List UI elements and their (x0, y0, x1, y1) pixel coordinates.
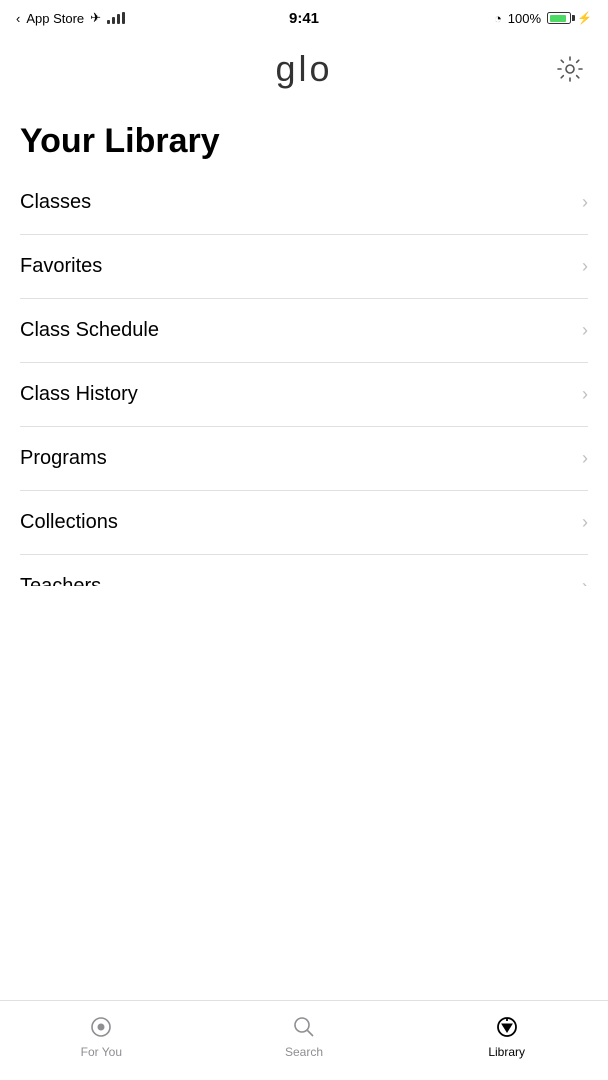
tab-for-you-label: For You (81, 1045, 122, 1059)
list-item-label: Class History (20, 383, 138, 406)
list-item-label: Classes (20, 191, 91, 214)
battery-percent: 100% (508, 11, 541, 26)
list-item[interactable]: Classes › (20, 171, 588, 235)
list-item[interactable]: Teachers › (20, 555, 588, 586)
search-icon (290, 1013, 318, 1041)
tab-library-label: Library (488, 1045, 525, 1059)
gear-icon (556, 55, 584, 83)
status-right: ◔ 100% ⚡ (494, 11, 592, 26)
app-logo: glo (275, 48, 332, 90)
chevron-right-icon: › (582, 384, 588, 405)
list-item[interactable]: Class Schedule › (20, 299, 588, 363)
rotation-lock-icon: ◔ (494, 11, 502, 26)
battery-indicator (547, 12, 571, 24)
list-item[interactable]: Favorites › (20, 235, 588, 299)
for-you-icon (87, 1013, 115, 1041)
spacer (0, 586, 608, 1001)
tab-library[interactable]: Library (405, 1013, 608, 1059)
carrier-label: App Store (26, 11, 84, 26)
signal-bars (107, 12, 125, 24)
list-item-label: Collections (20, 511, 118, 534)
library-icon (493, 1013, 521, 1041)
page-title: Your Library (0, 102, 608, 171)
list-item-label: Class Schedule (20, 319, 159, 342)
airplane-icon: ✈ (90, 10, 101, 26)
chevron-right-icon: › (582, 256, 588, 277)
list-item[interactable]: Class History › (20, 363, 588, 427)
list-item-label: Favorites (20, 255, 102, 278)
tab-search-label: Search (285, 1045, 323, 1059)
charging-icon: ⚡ (577, 11, 592, 25)
battery-fill (550, 15, 566, 22)
list-item-label: Programs (20, 447, 107, 470)
chevron-right-icon: › (582, 320, 588, 341)
chevron-right-icon: › (582, 512, 588, 533)
library-list: Classes › Favorites › Class Schedule › C… (0, 171, 608, 586)
tab-bar: For You Search Library (0, 1000, 608, 1080)
tab-search[interactable]: Search (203, 1013, 406, 1059)
list-item[interactable]: Programs › (20, 427, 588, 491)
app-header: glo (0, 36, 608, 102)
list-item-label: Teachers (20, 575, 101, 586)
settings-button[interactable] (552, 51, 588, 87)
chevron-right-icon: › (582, 576, 588, 586)
list-item[interactable]: Collections › (20, 491, 588, 555)
chevron-right-icon: › (582, 192, 588, 213)
status-time: 9:41 (289, 10, 319, 27)
back-arrow: ‹ (16, 11, 20, 26)
status-bar: ‹ App Store ✈ 9:41 ◔ 100% ⚡ (0, 0, 608, 36)
battery-icon (547, 12, 571, 24)
chevron-right-icon: › (582, 448, 588, 469)
tab-for-you[interactable]: For You (0, 1013, 203, 1059)
status-left: ‹ App Store ✈ (16, 10, 125, 26)
